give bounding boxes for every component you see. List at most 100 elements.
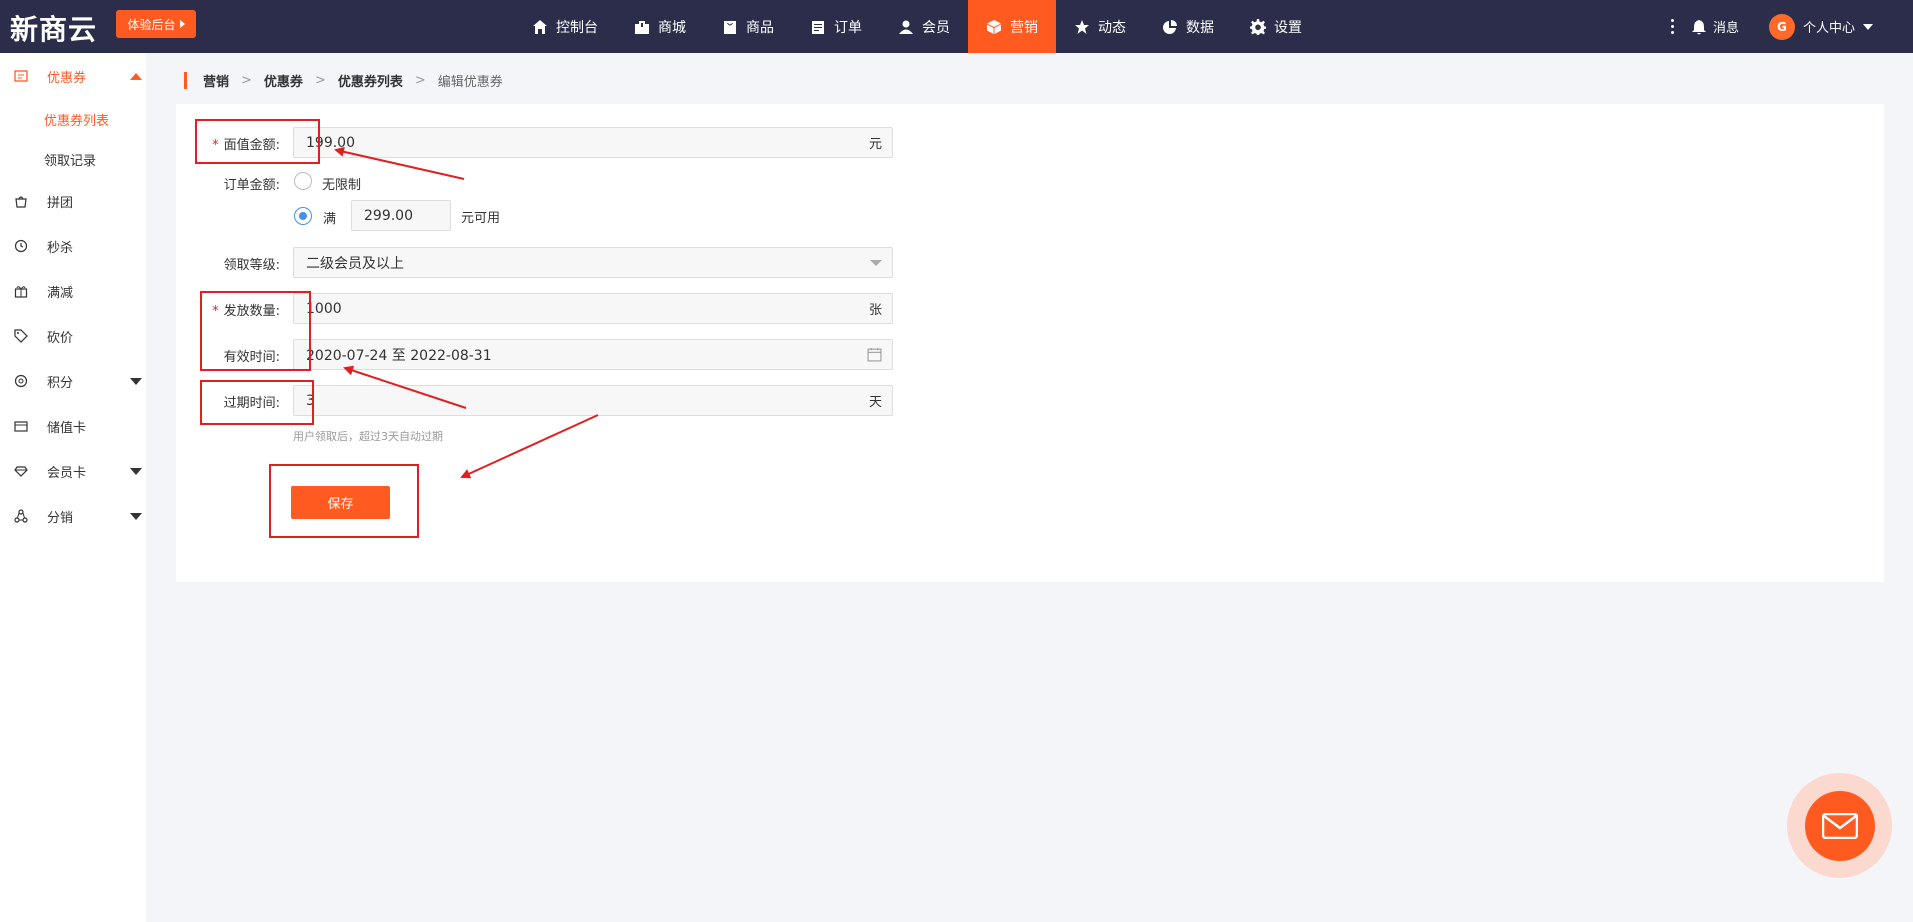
store-icon xyxy=(635,20,649,34)
yuan-unit: 元 xyxy=(868,137,882,152)
quantity-label: * 发放数量: xyxy=(212,304,280,319)
card-icon xyxy=(14,421,28,432)
nav-products[interactable]: 商品 xyxy=(704,0,792,53)
sidebar-item-flash-sale[interactable]: 秒杀 xyxy=(0,231,146,261)
unlimited-radio[interactable] xyxy=(294,172,312,190)
bell-icon xyxy=(1691,19,1706,34)
sidebar-item-claim-records[interactable]: 领取记录 xyxy=(0,144,146,174)
points-icon xyxy=(14,374,28,388)
clipboard-icon xyxy=(812,20,824,34)
sidebar-item-member-card[interactable]: 会员卡 xyxy=(0,456,146,486)
nav-label: 控制台 xyxy=(556,19,598,36)
face-value-text: 199.00 xyxy=(306,134,355,151)
breadcrumb: 营销 > 优惠券 > 优惠券列表 > 编辑优惠券 xyxy=(184,71,503,90)
sidebar: 优惠券 优惠券列表 领取记录 拼团 秒杀 满减 砍价 积分 储值卡 会员卡 分销 xyxy=(0,53,146,922)
valid-time-input[interactable]: 2020-07-24 至 2022-08-31 xyxy=(293,339,893,370)
quantity-text: 1000 xyxy=(306,300,342,317)
messages-label: 消息 xyxy=(1712,21,1739,36)
valid-time-label: 有效时间: xyxy=(223,350,280,365)
breadcrumb-separator: > xyxy=(414,72,426,88)
breadcrumb-separator: > xyxy=(314,72,326,88)
nav-settings[interactable]: 设置 xyxy=(1232,0,1320,53)
threshold-text: 299.00 xyxy=(364,207,413,224)
sidebar-label: 满减 xyxy=(47,285,74,301)
breadcrumb-marketing[interactable]: 营销 xyxy=(203,71,229,90)
cube-icon xyxy=(987,19,1001,34)
quantity-input[interactable]: 1000 张 xyxy=(293,293,893,324)
sidebar-item-coupon-list[interactable]: 优惠券列表 xyxy=(0,104,146,134)
day-unit: 天 xyxy=(868,395,882,410)
basket-icon xyxy=(15,196,27,208)
chevron-down-icon xyxy=(1863,23,1873,30)
logo: 新商云 xyxy=(10,13,98,46)
sidebar-item-stored-card[interactable]: 储值卡 xyxy=(0,411,146,441)
coupon-icon xyxy=(14,70,28,82)
sidebar-label: 拼团 xyxy=(47,195,74,211)
more-icon[interactable] xyxy=(1663,19,1683,34)
contact-button[interactable] xyxy=(1805,791,1875,861)
nav-feed[interactable]: 动态 xyxy=(1056,0,1144,53)
user-label: 个人中心 xyxy=(1802,21,1855,36)
expire-days-input[interactable]: 3 天 xyxy=(293,385,893,416)
sidebar-label: 会员卡 xyxy=(47,465,87,481)
sidebar-item-distribution[interactable]: 分销 xyxy=(0,501,146,531)
nav-marketing[interactable]: 营销 xyxy=(968,0,1056,53)
messages-button[interactable]: 消息 xyxy=(1691,17,1739,36)
top-right-tools: 消息 G 个人中心 xyxy=(1663,0,1913,53)
threshold-input[interactable]: 299.00 xyxy=(351,200,451,231)
timer-icon xyxy=(14,239,28,253)
nav-label: 营销 xyxy=(1010,19,1038,36)
nav-label: 设置 xyxy=(1274,19,1302,36)
expire-label: 过期时间: xyxy=(223,396,280,411)
level-value: 二级会员及以上 xyxy=(306,255,404,272)
calendar-icon[interactable] xyxy=(867,347,882,362)
face-value-input[interactable]: 199.00 元 xyxy=(293,127,893,158)
pie-icon xyxy=(1163,19,1177,34)
nav-label: 动态 xyxy=(1098,19,1126,36)
breadcrumb-coupon[interactable]: 优惠券 xyxy=(264,71,303,90)
sidebar-item-points[interactable]: 积分 xyxy=(0,366,146,396)
sidebar-label: 优惠券列表 xyxy=(44,113,110,129)
sidebar-item-coupon[interactable]: 优惠券 xyxy=(0,61,146,91)
chevron-down-icon xyxy=(130,512,142,520)
mail-icon xyxy=(1822,813,1858,839)
nav-label: 订单 xyxy=(834,19,862,36)
nav-dashboard[interactable]: 控制台 xyxy=(514,0,616,53)
nav-label: 数据 xyxy=(1186,19,1214,36)
diamond-icon xyxy=(14,466,28,477)
level-select[interactable]: 二级会员及以上 xyxy=(293,247,893,278)
share-icon xyxy=(14,509,28,523)
threshold-suffix: 元可用 xyxy=(461,211,501,226)
tag-icon xyxy=(14,329,28,343)
sidebar-label: 砍价 xyxy=(47,330,74,346)
breadcrumb-separator: > xyxy=(241,72,252,88)
sidebar-item-group-buy[interactable]: 拼团 xyxy=(0,186,146,216)
unlimited-label: 无限制 xyxy=(322,178,362,193)
sidebar-item-bargain[interactable]: 砍价 xyxy=(0,321,146,351)
person-icon xyxy=(899,20,913,34)
gear-icon xyxy=(1250,18,1266,35)
star-icon xyxy=(1075,19,1089,34)
valid-time-text: 2020-07-24 至 2022-08-31 xyxy=(306,347,492,364)
save-button[interactable]: 保存 xyxy=(291,486,390,519)
trial-backend-button[interactable]: 体验后台 xyxy=(116,10,196,38)
breadcrumb-marker xyxy=(184,71,187,89)
nav-store[interactable]: 商城 xyxy=(616,0,704,53)
sidebar-label: 秒杀 xyxy=(47,240,74,256)
threshold-radio[interactable] xyxy=(294,207,312,225)
gift-icon xyxy=(14,286,28,298)
order-amount-label: 订单金额: xyxy=(223,178,280,193)
nav-orders[interactable]: 订单 xyxy=(792,0,880,53)
chevron-up-icon xyxy=(130,72,142,80)
breadcrumb-coupon-list[interactable]: 优惠券列表 xyxy=(338,71,403,90)
user-menu[interactable]: G 个人中心 xyxy=(1768,13,1873,40)
nav-data[interactable]: 数据 xyxy=(1144,0,1232,53)
sidebar-label: 领取记录 xyxy=(44,153,97,169)
nav-members[interactable]: 会员 xyxy=(880,0,968,53)
required-marker: * xyxy=(212,138,219,153)
sidebar-label: 积分 xyxy=(47,375,74,391)
sidebar-label: 储值卡 xyxy=(47,420,87,436)
chevron-down-icon xyxy=(130,467,142,475)
expire-days-text: 3 xyxy=(306,392,315,409)
sidebar-item-discount[interactable]: 满减 xyxy=(0,276,146,306)
